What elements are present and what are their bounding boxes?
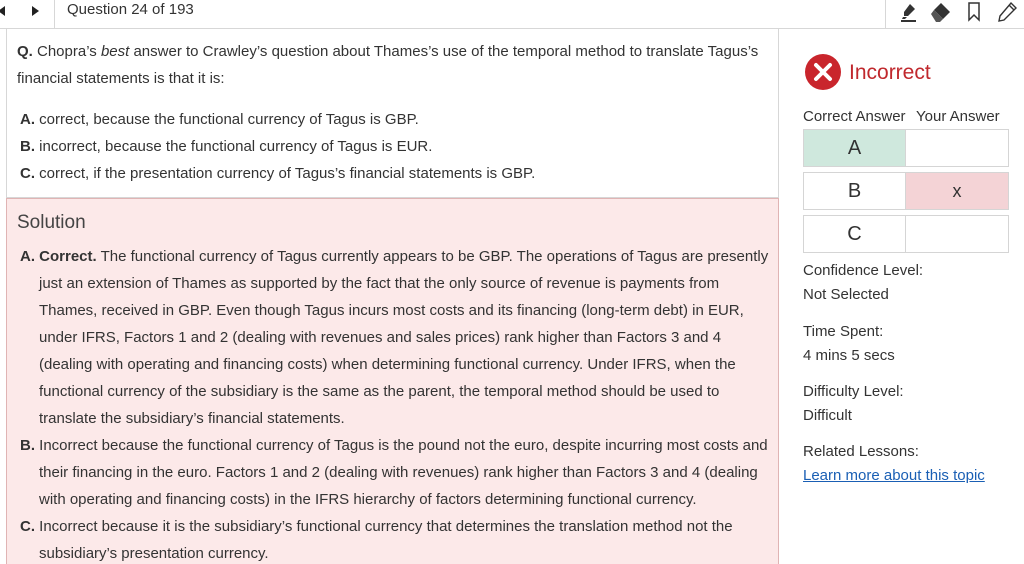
solution-letter: B.: [20, 437, 35, 454]
solution-item-a: A. Correct. The functional currency of T…: [20, 243, 772, 432]
nav-divider: [54, 0, 55, 28]
confidence-label: Confidence Level:: [803, 262, 924, 279]
triangle-right-icon[interactable]: [28, 3, 42, 19]
your-answer-header: Your Answer: [916, 108, 1000, 125]
correct-answer-cell-a: A: [803, 129, 906, 167]
choice-c[interactable]: C. correct, if the presentation currency…: [20, 164, 535, 184]
choice-a[interactable]: A. correct, because the functional curre…: [20, 110, 419, 130]
your-answer-cell-c: [905, 215, 1009, 253]
top-bar: Question 24 of 193: [0, 0, 1024, 29]
solution-text: Incorrect because the functional currenc…: [35, 437, 768, 508]
choice-letter: C.: [20, 165, 35, 182]
choice-letter: A.: [20, 111, 35, 128]
difficulty-label: Difficulty Level:: [803, 383, 904, 400]
question-panel: Q. Chopra’s best answer to Crawley’s que…: [6, 29, 779, 198]
your-answer-cell-a: [905, 129, 1009, 167]
correct-answer-cell-c: C: [803, 215, 906, 253]
choice-text: correct, if the presentation currency of…: [35, 165, 536, 182]
choice-b[interactable]: B. incorrect, because the functional cur…: [20, 137, 432, 157]
time-spent-value: 4 mins 5 secs: [803, 347, 895, 364]
choice-text: correct, because the functional currency…: [35, 111, 419, 128]
result-status: Incorrect: [849, 61, 931, 84]
tools-divider: [885, 0, 886, 28]
solution-item-b: B. Incorrect because the functional curr…: [20, 432, 772, 513]
bookmark-icon[interactable]: [963, 1, 985, 23]
difficulty-value: Difficult: [803, 407, 852, 424]
result-panel: Incorrect Correct Answer Your Answer A B…: [780, 29, 1024, 564]
question-stem: Q. Chopra’s best answer to Crawley’s que…: [17, 38, 769, 92]
incorrect-icon: [804, 53, 842, 91]
learn-more-link[interactable]: Learn more about this topic: [803, 467, 985, 484]
solution-item-c: C. Incorrect because it is the subsidiar…: [20, 513, 772, 564]
solution-lead: Correct.: [35, 248, 97, 265]
solution-title: Solution: [17, 212, 86, 233]
choice-text: incorrect, because the functional curren…: [35, 138, 433, 155]
time-spent-label: Time Spent:: [803, 323, 884, 340]
question-counter: Question 24 of 193: [67, 1, 194, 18]
solution-letter: A.: [20, 248, 35, 265]
highlighter-icon[interactable]: [898, 1, 920, 23]
question-prefix: Q.: [17, 43, 33, 60]
solution-panel: Solution A. Correct. The functional curr…: [6, 198, 779, 564]
stem-emphasis: best: [100, 43, 130, 60]
triangle-left-icon[interactable]: [0, 3, 8, 19]
stem-before: Chopra’s: [32, 43, 101, 60]
correct-answer-header: Correct Answer: [803, 108, 906, 125]
your-answer-cell-b: x: [905, 172, 1009, 210]
related-lessons-label: Related Lessons:: [803, 443, 919, 460]
solution-text: Incorrect because it is the subsidiary’s…: [35, 518, 733, 562]
confidence-value: Not Selected: [803, 286, 889, 303]
correct-answer-cell-b: B: [803, 172, 906, 210]
solution-text: The functional currency of Tagus current…: [39, 248, 769, 427]
solution-letter: C.: [20, 518, 35, 535]
eraser-icon[interactable]: [930, 1, 952, 23]
stem-after: answer to Crawley’s question about Thame…: [17, 43, 759, 87]
choice-letter: B.: [20, 138, 35, 155]
pencil-icon[interactable]: [996, 1, 1018, 23]
